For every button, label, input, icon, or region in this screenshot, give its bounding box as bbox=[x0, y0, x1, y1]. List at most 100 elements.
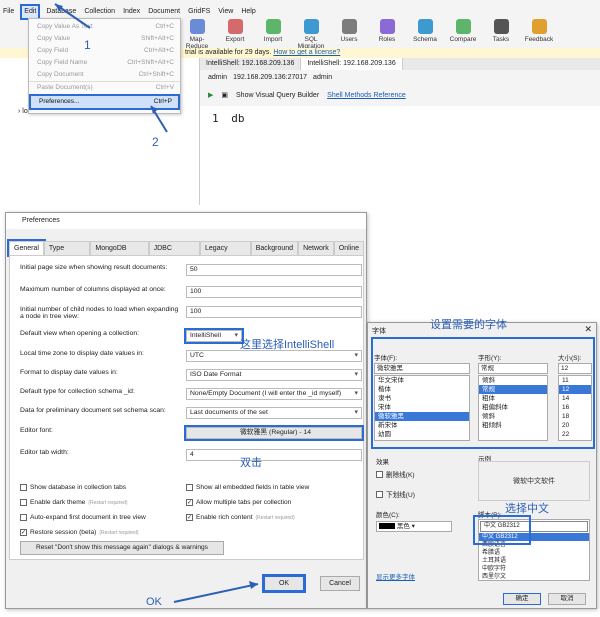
visual-query-builder-button[interactable]: Show Visual Query Builder bbox=[236, 88, 319, 104]
edit-menu-item-1[interactable]: Copy Value Shift+Alt+C bbox=[29, 33, 180, 45]
list-item[interactable]: 22 bbox=[559, 430, 591, 439]
menu-help[interactable]: Help bbox=[241, 6, 255, 18]
list-item[interactable]: 粗体 bbox=[479, 394, 547, 403]
pref-control-2[interactable]: 100 bbox=[186, 306, 362, 318]
list-item[interactable]: 倾斜 bbox=[479, 376, 547, 385]
tab-intellishell-1[interactable]: IntelliShell: 192.168.209.136 bbox=[200, 58, 302, 70]
font-size-input[interactable]: 12 bbox=[558, 363, 592, 374]
pref-control-5[interactable]: ISO Date Format bbox=[186, 369, 362, 381]
edit-menu-item-3[interactable]: Copy Field Name Ctrl+Shift+Alt+C bbox=[29, 57, 180, 69]
tab-intellishell-2[interactable]: IntelliShell: 192.168.209.136 bbox=[301, 58, 403, 70]
toolbar-button-7[interactable]: Compare bbox=[446, 18, 480, 48]
users-icon bbox=[341, 19, 357, 34]
menu-edit[interactable]: Edit bbox=[20, 4, 41, 20]
list-item[interactable]: 微软雅黑 bbox=[375, 412, 469, 421]
pref-checkbox-6[interactable]: ✓ Enable rich content (Restart required) bbox=[186, 514, 295, 521]
tab-jdbc-drivers[interactable]: JDBC Drivers bbox=[148, 241, 201, 266]
font-cancel-button[interactable]: 取消 bbox=[548, 593, 586, 605]
font-style-input[interactable]: 常规 bbox=[478, 363, 548, 374]
menu-index[interactable]: Index bbox=[123, 6, 140, 18]
pref-control-1[interactable]: 100 bbox=[186, 286, 362, 298]
list-item[interactable]: 华文宋体 bbox=[375, 376, 469, 385]
edit-menu-item-5[interactable]: Paste Document(s) Ctrl+V bbox=[29, 81, 180, 93]
shell-editor[interactable]: 1 db bbox=[200, 106, 600, 205]
pref-checkbox-4[interactable]: Show all embedded fields in table view bbox=[186, 484, 309, 491]
list-item[interactable]: 11 bbox=[559, 376, 591, 385]
script-option[interactable]: 中欧字符 bbox=[479, 565, 589, 573]
pref-control-7[interactable]: Last documents of the set bbox=[186, 407, 362, 419]
script-option[interactable]: 希腊语 bbox=[479, 549, 589, 557]
list-item[interactable]: 粗偏斜体 bbox=[479, 403, 547, 412]
edit-menu-item-4[interactable]: Copy Document Ctrl+Shift+C bbox=[29, 69, 180, 81]
tab-online[interactable]: Online bbox=[333, 241, 364, 255]
font-ok-button[interactable]: 确定 bbox=[503, 593, 541, 605]
list-item[interactable]: 宋体 bbox=[375, 403, 469, 412]
pref-control-6[interactable]: None/Empty Document (I will enter the _i… bbox=[186, 388, 362, 400]
list-item[interactable]: 粗倾斜 bbox=[479, 421, 547, 430]
menu-gridfs[interactable]: GridFS bbox=[188, 6, 210, 18]
checkbox-icon bbox=[186, 484, 193, 491]
pref-checkbox-2[interactable]: Auto-expand first document in tree view bbox=[20, 514, 146, 521]
menu-view[interactable]: View bbox=[218, 6, 233, 18]
more-fonts-link[interactable]: 显示更多字体 bbox=[376, 571, 415, 581]
pref-checkbox-1[interactable]: Enable dark theme (Restart required) bbox=[20, 499, 128, 506]
tab-network[interactable]: Network bbox=[298, 241, 334, 255]
pref-control-8[interactable]: 微软雅黑 (Regular) - 14 bbox=[184, 425, 364, 441]
toolbar-button-1[interactable]: Export bbox=[218, 18, 252, 48]
edit-menu-item-2[interactable]: Copy Field Ctrl+Alt+C bbox=[29, 45, 180, 57]
list-item[interactable]: 新宋体 bbox=[375, 421, 469, 430]
pref-label-9: Editor tab width: bbox=[20, 449, 69, 456]
toolbar-button-9[interactable]: Feedback bbox=[522, 18, 556, 48]
pref-label-3: Default view when opening a collection: bbox=[20, 330, 140, 337]
script-option[interactable]: 西里尔文 bbox=[479, 573, 589, 581]
list-item[interactable]: 幼圆 bbox=[375, 430, 469, 439]
pref-checkbox-0[interactable]: Show database in collection tabs bbox=[20, 484, 126, 491]
pref-control-3[interactable]: IntelliShell bbox=[184, 328, 244, 344]
list-item[interactable]: 14 bbox=[559, 394, 591, 403]
checkbox-icon: ✓ bbox=[186, 514, 193, 521]
ok-button[interactable]: OK bbox=[262, 574, 306, 593]
toolbar-button-6[interactable]: Schema bbox=[408, 18, 442, 48]
toolbar-button-8[interactable]: Tasks bbox=[484, 18, 518, 48]
tab-general[interactable]: General bbox=[7, 239, 46, 257]
list-item[interactable]: 倾斜 bbox=[479, 412, 547, 421]
script-option[interactable]: 土耳其语 bbox=[479, 557, 589, 565]
pref-control-0[interactable]: 50 bbox=[186, 264, 362, 276]
tab-mongodb-tools[interactable]: MongoDB Tools bbox=[90, 241, 149, 266]
tab-background[interactable]: Background bbox=[250, 241, 299, 255]
list-item[interactable]: 12 bbox=[559, 385, 591, 394]
pref-checkbox-3[interactable]: ✓ Restore session (beta) (Restart required… bbox=[20, 529, 139, 536]
tab-type-colors[interactable]: Type Colors bbox=[43, 241, 91, 266]
font-name-input[interactable]: 微软雅黑 bbox=[374, 363, 470, 374]
style-list[interactable]: 倾斜 常规 粗体 粗偏斜体 倾斜 粗倾斜 bbox=[478, 375, 548, 441]
pref-checkbox-5[interactable]: ✓ Allow multiple tabs per collection bbox=[186, 499, 291, 506]
font-dialog: 字体 ✕ 字体(F): 字形(Y): 大小(S): 微软雅黑 常规 12 华文宋… bbox=[367, 322, 597, 609]
close-icon[interactable]: ✕ bbox=[584, 324, 592, 335]
run-icon[interactable]: ▶ bbox=[208, 88, 213, 104]
cancel-button[interactable]: Cancel bbox=[320, 576, 360, 591]
size-list[interactable]: 11 12 14 16 18 20 22 bbox=[558, 375, 592, 441]
toolbar-button-4[interactable]: Users bbox=[332, 18, 366, 48]
pref-control-9[interactable]: 4 bbox=[186, 449, 362, 461]
toolbar-button-0[interactable]: Map-Reduce bbox=[180, 18, 214, 50]
toolbar-button-2[interactable]: Import bbox=[256, 18, 290, 48]
list-item[interactable]: 18 bbox=[559, 412, 591, 421]
shell-methods-link[interactable]: Shell Methods Reference bbox=[327, 88, 406, 104]
list-item[interactable]: 隶书 bbox=[375, 394, 469, 403]
menu-file[interactable]: File bbox=[3, 6, 14, 18]
list-item[interactable]: 20 bbox=[559, 421, 591, 430]
reset-dialogs-button[interactable]: Reset "Don't show this message again" di… bbox=[20, 541, 224, 555]
save-icon[interactable]: ▣ bbox=[221, 88, 228, 104]
list-item[interactable]: 楷体 bbox=[375, 385, 469, 394]
color-select[interactable]: 黑色 ▾ bbox=[376, 521, 452, 532]
list-item[interactable]: 16 bbox=[559, 403, 591, 412]
toolbar-button-5[interactable]: Roles bbox=[370, 18, 404, 48]
toolbar-button-3[interactable]: SQL Migration bbox=[294, 18, 328, 50]
tab-legacy-uuid[interactable]: Legacy UUID bbox=[200, 241, 251, 266]
list-item[interactable]: 常规 bbox=[479, 385, 547, 394]
menu-document[interactable]: Document bbox=[148, 6, 180, 18]
underline-checkbox[interactable]: 下划线(U) bbox=[376, 489, 415, 499]
strikeout-checkbox[interactable]: 删除线(K) bbox=[376, 469, 415, 479]
font-list[interactable]: 华文宋体 楷体 隶书 宋体 微软雅黑 新宋体 幼圆 bbox=[374, 375, 470, 441]
license-link[interactable]: How to get a license? bbox=[273, 49, 340, 56]
